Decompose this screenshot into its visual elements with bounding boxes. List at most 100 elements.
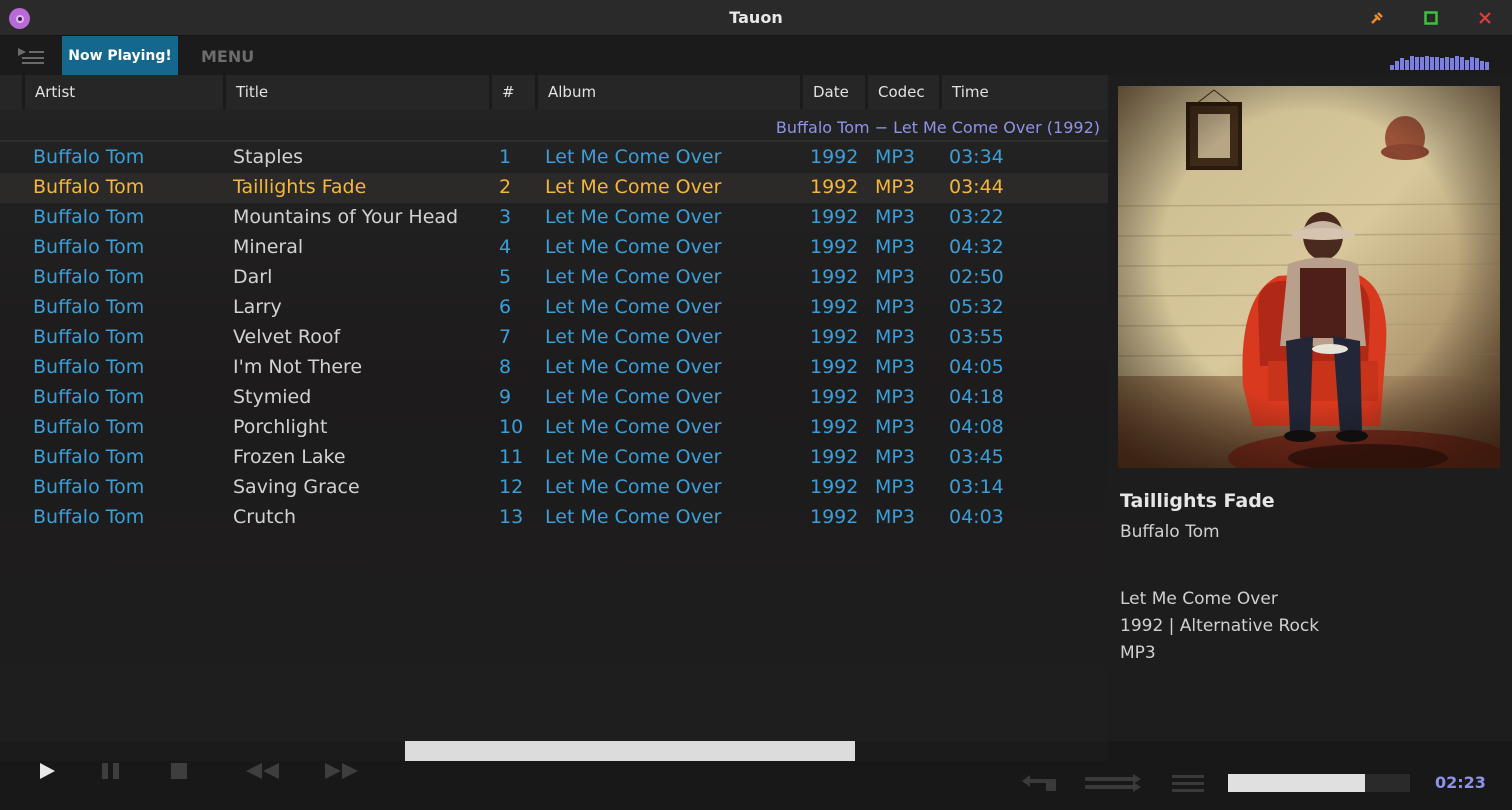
track-time: 02:50 — [949, 266, 1004, 288]
column-header-codec[interactable]: Codec — [878, 83, 925, 101]
track-date: 1992 — [810, 146, 859, 168]
spectrum-bar — [1395, 61, 1399, 70]
column-header-date[interactable]: Date — [813, 83, 849, 101]
track-time: 03:44 — [949, 176, 1004, 198]
column-separator[interactable] — [939, 75, 942, 109]
column-separator[interactable] — [22, 75, 25, 109]
spectrum-bar — [1430, 57, 1434, 70]
fast-forward-icon[interactable] — [320, 758, 364, 784]
column-separator[interactable] — [865, 75, 868, 109]
stop-icon[interactable] — [164, 758, 194, 784]
rewind-icon[interactable] — [240, 758, 284, 784]
spectrum-bar — [1445, 57, 1449, 70]
track-album: Let Me Come Over — [545, 326, 722, 348]
track-artist: Buffalo Tom — [33, 326, 145, 348]
track-date: 1992 — [810, 476, 859, 498]
track-num: 11 — [499, 446, 524, 468]
track-time: 03:22 — [949, 206, 1004, 228]
spectrum-bar — [1475, 58, 1479, 70]
album-group-title[interactable]: Buffalo Tom − Let Me Come Over (1992) — [776, 118, 1100, 137]
track-artist: Buffalo Tom — [33, 146, 145, 168]
track-num: 4 — [499, 236, 512, 258]
column-separator[interactable] — [489, 75, 492, 109]
column-header: Artist Title # Album Date Codec Time — [0, 75, 1108, 109]
track-row-playing[interactable]: Buffalo Tom Taillights Fade 2 Let Me Come O… — [0, 173, 1108, 203]
spectrum-bar — [1460, 57, 1464, 70]
column-header-time[interactable]: Time — [952, 83, 989, 101]
spectrum-visualizer[interactable] — [1388, 44, 1492, 70]
track-codec: MP3 — [875, 416, 915, 438]
track-row[interactable]: Buffalo Tom Larry 6 Let Me Come Over 1992 MP3… — [0, 293, 1108, 323]
track-time: 04:18 — [949, 386, 1004, 408]
shuffle-icon[interactable] — [1082, 771, 1144, 795]
x-icon[interactable] — [1475, 8, 1495, 28]
track-row[interactable]: Buffalo Tom Darl 5 Let Me Come Over 1992 MP3 0… — [0, 263, 1108, 293]
elapsed-time: 02:23 — [1435, 773, 1486, 792]
playlist-view[interactable]: Artist Title # Album Date Codec Time Buf… — [0, 75, 1108, 741]
pin-icon[interactable] — [1367, 8, 1387, 28]
column-header-artist[interactable]: Artist — [35, 83, 75, 101]
track-time: 03:14 — [949, 476, 1004, 498]
track-album: Let Me Come Over — [545, 266, 722, 288]
column-header-album[interactable]: Album — [548, 83, 596, 101]
track-title: Stymied — [233, 386, 312, 408]
track-title: Saving Grace — [233, 476, 360, 498]
track-num: 10 — [499, 416, 524, 438]
track-album: Let Me Come Over — [545, 416, 722, 438]
spectrum-bar — [1435, 57, 1439, 70]
pause-icon[interactable] — [96, 758, 126, 784]
track-num: 9 — [499, 386, 512, 408]
track-artist: Buffalo Tom — [33, 506, 145, 528]
column-separator[interactable] — [800, 75, 803, 109]
track-time: 03:34 — [949, 146, 1004, 168]
now-playing-title: Taillights Fade — [1120, 490, 1275, 512]
volume-slider[interactable] — [1228, 774, 1410, 792]
column-separator[interactable] — [535, 75, 538, 109]
track-title: Porchlight — [233, 416, 328, 438]
track-album: Let Me Come Over — [545, 176, 722, 198]
track-codec: MP3 — [875, 176, 915, 198]
track-num: 7 — [499, 326, 512, 348]
track-album: Let Me Come Over — [545, 236, 722, 258]
track-title: Mineral — [233, 236, 304, 258]
track-row[interactable]: Buffalo Tom Mineral 4 Let Me Come Over 1992 M… — [0, 233, 1108, 263]
track-row[interactable]: Buffalo Tom Frozen Lake 11 Let Me Come Over… — [0, 443, 1108, 473]
menu-lines-icon[interactable] — [1168, 771, 1208, 795]
square-icon[interactable] — [1421, 8, 1441, 28]
track-row[interactable]: Buffalo Tom Staples 1 Let Me Come Over 1992 M… — [0, 143, 1108, 173]
track-date: 1992 — [810, 386, 859, 408]
album-art[interactable] — [1118, 86, 1500, 468]
track-artist: Buffalo Tom — [33, 266, 145, 288]
track-time: 04:03 — [949, 506, 1004, 528]
track-num: 3 — [499, 206, 512, 228]
title-bar: Tauon — [0, 0, 1512, 36]
spectrum-bar — [1415, 57, 1419, 70]
track-row[interactable]: Buffalo Tom Saving Grace 12 Let Me Come Ove… — [0, 473, 1108, 503]
now-playing-album: Let Me Come Over — [1120, 589, 1278, 609]
track-title: Taillights Fade — [233, 176, 367, 198]
track-album: Let Me Come Over — [545, 446, 722, 468]
spectrum-bar — [1410, 56, 1414, 70]
track-codec: MP3 — [875, 506, 915, 528]
column-header-number[interactable]: # — [502, 83, 515, 101]
spectrum-bar — [1405, 60, 1409, 70]
track-row[interactable]: Buffalo Tom Crutch 13 Let Me Come Over 1992 M… — [0, 503, 1108, 533]
repeat-icon[interactable] — [1016, 771, 1060, 795]
track-date: 1992 — [810, 296, 859, 318]
menu-tab[interactable]: MENU — [201, 47, 254, 66]
now-playing-tab[interactable]: Now Playing! — [62, 36, 178, 75]
column-header-title[interactable]: Title — [236, 83, 268, 101]
track-time: 05:32 — [949, 296, 1004, 318]
track-codec: MP3 — [875, 206, 915, 228]
play-icon[interactable] — [32, 758, 62, 784]
window-title: Tauon — [729, 8, 783, 27]
playlist-toggle-icon[interactable] — [16, 46, 46, 66]
track-row[interactable]: Buffalo Tom Mountains of Your Head 3 Let Me… — [0, 203, 1108, 233]
track-row[interactable]: Buffalo Tom Porchlight 10 Let Me Come Over 1… — [0, 413, 1108, 443]
column-separator[interactable] — [223, 75, 226, 109]
track-row[interactable]: Buffalo Tom I'm Not There 8 Let Me Come Ove… — [0, 353, 1108, 383]
track-row[interactable]: Buffalo Tom Velvet Roof 7 Let Me Come Over 1… — [0, 323, 1108, 353]
track-album: Let Me Come Over — [545, 296, 722, 318]
track-num: 2 — [499, 176, 512, 198]
track-row[interactable]: Buffalo Tom Stymied 9 Let Me Come Over 1992 M… — [0, 383, 1108, 413]
